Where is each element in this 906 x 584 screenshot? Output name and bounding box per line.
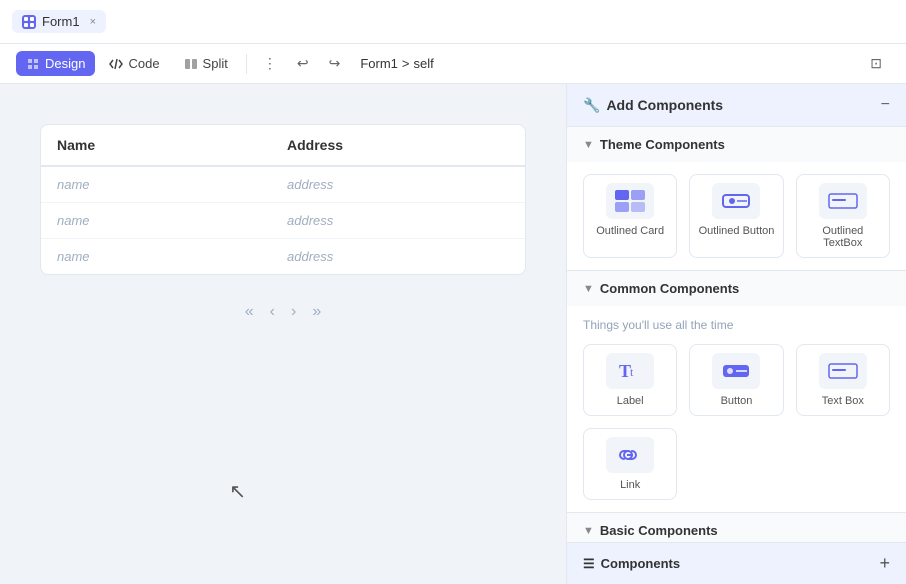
basic-section-title: Basic Components bbox=[600, 523, 718, 538]
col-name: Name bbox=[57, 137, 287, 153]
panel-minus-button[interactable]: − bbox=[881, 96, 890, 114]
breadcrumb: Form1 > self bbox=[360, 56, 433, 71]
table-row: name address bbox=[41, 239, 525, 274]
theme-components-section: ▼ Theme Components Outlined Card bbox=[567, 127, 906, 271]
outlined-textbox-icon bbox=[819, 183, 867, 219]
label-icon: Tt bbox=[606, 353, 654, 389]
breadcrumb-form: Form1 bbox=[360, 56, 398, 71]
split-button[interactable]: Split bbox=[174, 51, 238, 76]
add-components-label: Add Components bbox=[606, 97, 723, 113]
outlined-button-item[interactable]: Outlined Button bbox=[689, 174, 783, 258]
cell-address-2: address bbox=[287, 213, 333, 228]
outlined-card-icon bbox=[606, 183, 654, 219]
cell-name-1: name bbox=[57, 177, 287, 192]
outlined-textbox-item[interactable]: Outlined TextBox bbox=[796, 174, 890, 258]
link-component-label: Link bbox=[620, 479, 640, 491]
cell-name-3: name bbox=[57, 249, 287, 264]
panel-footer: ☰ Components + bbox=[567, 542, 906, 584]
redo-button[interactable]: ↪ bbox=[321, 50, 349, 77]
col-address: Address bbox=[287, 137, 343, 153]
table-row: name address bbox=[41, 167, 525, 203]
pagination-prev[interactable]: ‹ bbox=[266, 299, 279, 325]
text-box-component-label: Text Box bbox=[822, 395, 864, 407]
breadcrumb-arrow: > bbox=[402, 56, 410, 71]
pagination-next[interactable]: › bbox=[287, 299, 300, 325]
panel-content: ▼ Theme Components Outlined Card bbox=[567, 127, 906, 542]
toolbar: Design Code Split ⋮ ↩ ↪ Form1 > self ⊡ bbox=[0, 44, 906, 84]
text-box-icon bbox=[819, 353, 867, 389]
label-component-label: Label bbox=[617, 395, 644, 407]
tab-bar: Form1 × bbox=[0, 0, 906, 44]
text-box-item[interactable]: Text Box bbox=[796, 344, 890, 416]
table-header: Name Address bbox=[41, 125, 525, 167]
common-section-description: Things you'll use all the time bbox=[583, 318, 890, 332]
pagination: « ‹ › » bbox=[40, 299, 526, 325]
toolbar-right: ⊡ bbox=[862, 50, 890, 77]
theme-section-body: Outlined Card Outlined Button bbox=[567, 162, 906, 270]
theme-component-grid: Outlined Card Outlined Button bbox=[583, 174, 890, 258]
basic-chevron-icon: ▼ bbox=[583, 525, 594, 537]
toolbar-separator-1 bbox=[246, 54, 247, 74]
common-chevron-icon: ▼ bbox=[583, 283, 594, 295]
common-section-header[interactable]: ▼ Common Components bbox=[567, 271, 906, 306]
components-footer-title: ☰ Components bbox=[583, 556, 680, 572]
pagination-last[interactable]: » bbox=[308, 299, 325, 325]
design-button[interactable]: Design bbox=[16, 51, 95, 76]
label-item[interactable]: Tt Label bbox=[583, 344, 677, 416]
basic-components-section: ▼ Basic Components Tt bbox=[567, 513, 906, 542]
theme-chevron-icon: ▼ bbox=[583, 139, 594, 151]
form1-tab[interactable]: Form1 × bbox=[12, 10, 106, 33]
split-label: Split bbox=[203, 56, 228, 71]
undo-button[interactable]: ↩ bbox=[289, 50, 317, 77]
table-container: Name Address name address name address n… bbox=[40, 124, 526, 275]
code-label: Code bbox=[128, 56, 159, 71]
common-component-grid: Tt Label Button bbox=[583, 344, 890, 500]
cell-address-3: address bbox=[287, 249, 333, 264]
panel-title: 🔧 Add Components bbox=[583, 97, 723, 114]
svg-text:t: t bbox=[630, 365, 634, 379]
table-row: name address bbox=[41, 203, 525, 239]
panel-header: 🔧 Add Components − bbox=[567, 84, 906, 127]
outlined-textbox-label: Outlined TextBox bbox=[805, 225, 881, 249]
theme-section-header[interactable]: ▼ Theme Components bbox=[567, 127, 906, 162]
pagination-first[interactable]: « bbox=[241, 299, 258, 325]
components-icon: ☰ bbox=[583, 556, 595, 572]
form1-tab-icon bbox=[22, 15, 36, 29]
right-panel: 🔧 Add Components − ▼ Theme Components bbox=[566, 84, 906, 584]
collapse-panel-button[interactable]: ⊡ bbox=[862, 50, 890, 77]
button-component-label: Button bbox=[721, 395, 753, 407]
common-components-section: ▼ Common Components Things you'll use al… bbox=[567, 271, 906, 513]
theme-section-title: Theme Components bbox=[600, 137, 725, 152]
basic-section-header[interactable]: ▼ Basic Components bbox=[567, 513, 906, 542]
button-icon bbox=[712, 353, 760, 389]
link-icon bbox=[606, 437, 654, 473]
outlined-button-label: Outlined Button bbox=[699, 225, 775, 237]
breadcrumb-self: self bbox=[413, 56, 433, 71]
link-item[interactable]: Link bbox=[583, 428, 677, 500]
components-footer-label: Components bbox=[601, 556, 680, 571]
more-options-button[interactable]: ⋮ bbox=[255, 50, 285, 77]
cursor-indicator: ↖ bbox=[229, 479, 246, 504]
main-area: Name Address name address name address n… bbox=[0, 84, 906, 584]
outlined-card-label: Outlined Card bbox=[596, 225, 664, 237]
button-item[interactable]: Button bbox=[689, 344, 783, 416]
outlined-button-icon bbox=[712, 183, 760, 219]
cell-address-1: address bbox=[287, 177, 333, 192]
form1-tab-label: Form1 bbox=[42, 14, 80, 29]
form1-tab-close[interactable]: × bbox=[90, 16, 96, 28]
common-section-body: Things you'll use all the time Tt Label bbox=[567, 306, 906, 512]
cell-name-2: name bbox=[57, 213, 287, 228]
canvas: Name Address name address name address n… bbox=[0, 84, 566, 584]
outlined-card-item[interactable]: Outlined Card bbox=[583, 174, 677, 258]
add-component-button[interactable]: + bbox=[879, 553, 890, 574]
code-button[interactable]: Code bbox=[99, 51, 169, 76]
wrench-icon: 🔧 bbox=[583, 97, 600, 114]
common-section-title: Common Components bbox=[600, 281, 739, 296]
design-label: Design bbox=[45, 56, 85, 71]
